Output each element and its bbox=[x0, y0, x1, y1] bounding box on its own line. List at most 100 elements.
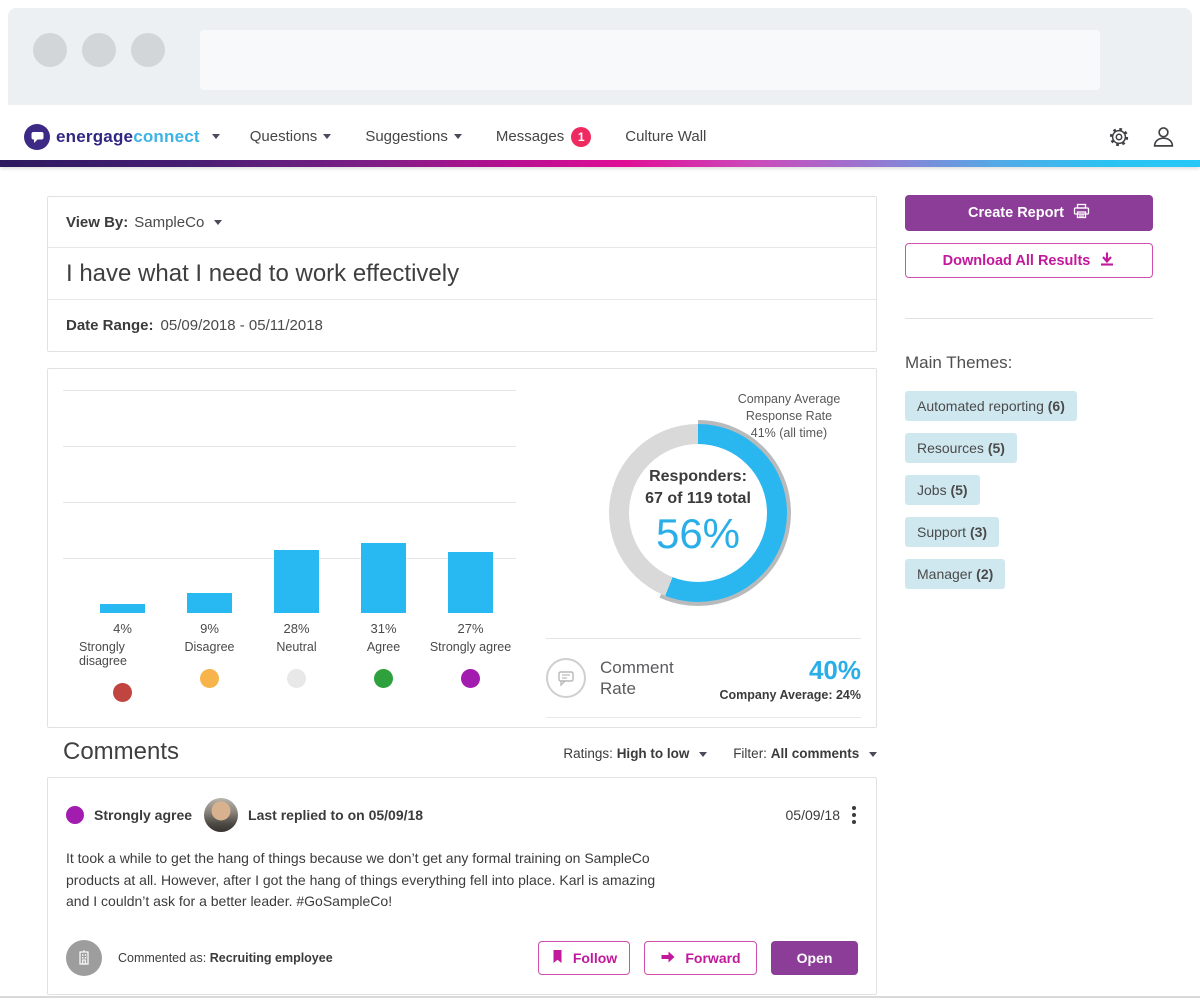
brand-name: energageconnect bbox=[56, 127, 200, 147]
comment-card-header: Strongly agree Last replied to on 05/09/… bbox=[48, 778, 876, 832]
brand-part2: connect bbox=[133, 126, 200, 146]
ratings-sort-dropdown[interactable]: Ratings: High to low bbox=[563, 746, 708, 761]
theme-count: (5) bbox=[987, 440, 1005, 456]
window-controls bbox=[33, 33, 165, 67]
theme-tag-resources[interactable]: Resources (5) bbox=[905, 433, 1017, 463]
page-bottom-divider bbox=[0, 996, 1200, 998]
bar-column-disagree: 9% Disagree bbox=[166, 390, 253, 702]
window-maximize-button[interactable] bbox=[131, 33, 165, 67]
view-by-dropdown[interactable]: SampleCo bbox=[134, 214, 223, 231]
open-button[interactable]: Open bbox=[771, 941, 858, 975]
right-sidebar: Create Report Download All Results Main … bbox=[905, 195, 1153, 601]
main-themes-heading: Main Themes: bbox=[905, 353, 1013, 372]
comment-card: Strongly agree Last replied to on 05/09/… bbox=[47, 777, 877, 995]
bookmark-icon bbox=[551, 949, 564, 967]
bar[interactable] bbox=[100, 604, 145, 613]
chevron-down-icon bbox=[699, 751, 708, 757]
chevron-down-icon bbox=[214, 220, 223, 226]
bar[interactable] bbox=[361, 543, 406, 613]
date-range-row: Date Range: 05/09/2018 - 05/11/2018 bbox=[48, 300, 876, 351]
theme-tags: Automated reporting (6) Resources (5) Jo… bbox=[905, 391, 1153, 589]
response-rate-donut-chart: Responders: 67 of 119 total 56% bbox=[605, 420, 791, 606]
bar-column-strongly-disagree: 4% Strongly disagree bbox=[79, 390, 166, 702]
response-rate-percent: 56% bbox=[655, 510, 741, 557]
kebab-menu-icon[interactable] bbox=[850, 804, 858, 826]
theme-tag-support[interactable]: Support (3) bbox=[905, 517, 1000, 547]
last-replied-text: Last replied to on 05/09/18 bbox=[248, 807, 424, 823]
date-range-label: Date Range: bbox=[66, 317, 154, 334]
comment-bubble-icon bbox=[546, 658, 586, 698]
view-by-row: View By: SampleCo bbox=[48, 197, 876, 248]
address-bar[interactable] bbox=[200, 30, 1100, 90]
bar-category-label: Disagree bbox=[184, 640, 235, 654]
forward-arrow-icon bbox=[660, 950, 676, 967]
responders-label: Responders: bbox=[649, 468, 747, 485]
bar-category-label: Strongly agree bbox=[429, 640, 512, 654]
brand-gradient-bar bbox=[0, 160, 1200, 167]
question-title: I have what I need to work effectively bbox=[66, 259, 460, 287]
create-report-button[interactable]: Create Report bbox=[905, 195, 1153, 231]
theme-tag-jobs[interactable]: Jobs (5) bbox=[905, 475, 980, 505]
brand-menu[interactable]: energageconnect bbox=[24, 123, 220, 150]
comment-card-footer: Commented as: Recruiting employee Follow… bbox=[48, 940, 876, 976]
view-by-label: View By: bbox=[66, 213, 129, 231]
printer-icon bbox=[1073, 203, 1090, 223]
window-minimize-button[interactable] bbox=[82, 33, 116, 67]
comment-rate-label-line2: Rate bbox=[600, 679, 636, 698]
annotation-line: Company Average bbox=[737, 392, 841, 406]
nav-items: Questions Suggestions Messages 1 Culture… bbox=[250, 126, 706, 147]
bar[interactable] bbox=[448, 552, 493, 613]
gear-icon[interactable] bbox=[1106, 124, 1132, 150]
comment-rate-company-average: Company Average: 24% bbox=[719, 687, 862, 702]
window-close-button[interactable] bbox=[33, 33, 67, 67]
nav-item-suggestions[interactable]: Suggestions bbox=[365, 128, 462, 145]
bar[interactable] bbox=[274, 550, 319, 613]
download-icon bbox=[1099, 251, 1115, 271]
nav-item-messages[interactable]: Messages 1 bbox=[495, 126, 592, 147]
responders-value: 67 of 119 total bbox=[645, 490, 751, 507]
bar-value-label: 28% bbox=[283, 621, 310, 636]
comments-header: Comments Ratings: High to low Filter: Al… bbox=[47, 738, 877, 766]
theme-tag-manager[interactable]: Manager (2) bbox=[905, 559, 1006, 589]
bar-space bbox=[448, 390, 493, 613]
browser-chrome bbox=[8, 8, 1192, 105]
download-all-results-button[interactable]: Download All Results bbox=[905, 243, 1153, 278]
forward-label: Forward bbox=[685, 950, 741, 966]
bar-category-label: Strongly disagree bbox=[79, 640, 127, 668]
open-label: Open bbox=[796, 950, 833, 966]
bar-category-label: Agree bbox=[366, 640, 401, 654]
bar-category-label: Neutral bbox=[276, 640, 317, 654]
filter-value: All comments bbox=[770, 746, 860, 761]
theme-label: Manager bbox=[917, 566, 973, 582]
results-chart-card: 4% Strongly disagree 9% Disagree 28% Neu… bbox=[47, 368, 877, 728]
rating-color-dot bbox=[113, 683, 132, 702]
nav-item-culture-wall[interactable]: Culture Wall bbox=[625, 128, 706, 145]
comments-filter-dropdown[interactable]: Filter: All comments bbox=[733, 746, 877, 761]
forward-button[interactable]: Forward bbox=[644, 941, 757, 975]
bar-space bbox=[100, 390, 145, 613]
building-icon bbox=[66, 940, 102, 976]
comment-rate-label: Comment Rate bbox=[600, 657, 692, 700]
comments-controls: Ratings: High to low Filter: All comment… bbox=[563, 746, 877, 766]
brand-speech-bubble-icon bbox=[24, 123, 50, 150]
bar-chart: 4% Strongly disagree 9% Disagree 28% Neu… bbox=[79, 390, 514, 702]
profile-icon[interactable] bbox=[1150, 124, 1176, 150]
theme-tag-automated-reporting[interactable]: Automated reporting (6) bbox=[905, 391, 1077, 421]
download-all-results-label: Download All Results bbox=[942, 252, 1091, 269]
commented-as-label: Commented as: bbox=[118, 951, 207, 965]
comment-rate-value: 40% bbox=[808, 654, 861, 685]
create-report-label: Create Report bbox=[968, 205, 1064, 221]
bar-space bbox=[187, 390, 232, 613]
commented-as-value: Recruiting employee bbox=[209, 951, 333, 965]
bar-column-agree: 31% Agree bbox=[340, 390, 427, 702]
chevron-down-icon bbox=[323, 134, 332, 139]
bar[interactable] bbox=[187, 593, 232, 613]
chevron-down-icon bbox=[211, 134, 220, 139]
bar-column-neutral: 28% Neutral bbox=[253, 390, 340, 702]
comment-action-buttons: Follow Forward Open bbox=[538, 941, 858, 975]
comment-rating: Strongly agree bbox=[94, 807, 193, 823]
commenter-avatar bbox=[204, 798, 239, 832]
nav-item-label: Messages bbox=[495, 128, 565, 145]
follow-button[interactable]: Follow bbox=[538, 941, 630, 975]
nav-item-questions[interactable]: Questions bbox=[250, 128, 332, 145]
